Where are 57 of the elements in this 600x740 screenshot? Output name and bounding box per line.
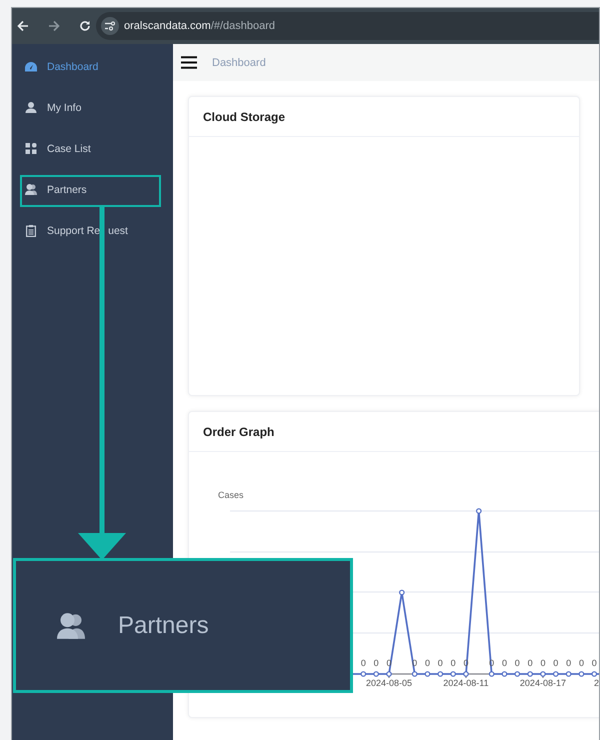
sidebar-item[interactable]: Partners [12, 169, 173, 210]
data-point [553, 671, 559, 677]
site-settings-icon[interactable] [101, 17, 119, 35]
forward-icon[interactable] [48, 20, 60, 32]
data-point [514, 671, 520, 677]
data-label: 0 [528, 658, 533, 668]
url-text: oralscandata.com/#/dashboard [124, 20, 276, 32]
sidebar-item[interactable]: My Info [12, 87, 173, 128]
data-label: 0 [502, 658, 507, 668]
back-icon[interactable] [17, 20, 29, 32]
x-axis-label: 2024-08-11 [443, 678, 489, 688]
x-axis-label: 2024-08-17 [520, 678, 566, 688]
data-label: 0 [374, 658, 379, 668]
sidebar-item[interactable]: Support Re uest [12, 210, 173, 251]
card-title: Cloud Storage [203, 110, 286, 124]
data-point [438, 671, 444, 677]
data-point [476, 508, 482, 514]
users-icon [25, 184, 37, 195]
x-axis-label: 2 [594, 678, 599, 688]
callout-label: Partners [118, 612, 209, 640]
data-point [360, 671, 366, 677]
data-point [450, 671, 456, 677]
data-label: 0 [592, 658, 597, 668]
data-point [488, 671, 494, 677]
data-point [566, 671, 572, 677]
data-point [424, 671, 430, 677]
gauge-icon [25, 62, 37, 72]
data-label: 0 [450, 658, 456, 668]
data-point [527, 671, 533, 677]
data-point [463, 671, 469, 677]
sidebar-item[interactable]: Case List [12, 128, 173, 169]
users-icon [57, 612, 85, 638]
data-point [386, 671, 392, 677]
data-label: 0 [566, 658, 572, 668]
clipboard-icon [25, 224, 37, 236]
data-point [540, 671, 546, 677]
data-label: 0 [424, 658, 430, 668]
data-point [578, 671, 584, 677]
grid-icon [25, 143, 37, 154]
data-point [502, 671, 508, 677]
data-point [373, 671, 379, 677]
axis-label: Cases [218, 490, 244, 500]
reload-icon[interactable] [79, 20, 91, 32]
menu-icon[interactable] [181, 56, 197, 69]
x-axis-label: 2024-08-05 [366, 678, 412, 688]
data-label: 0 [438, 658, 443, 668]
address-bar[interactable]: oralscandata.com/#/dashboard [96, 12, 599, 40]
sidebar-item[interactable]: Dashboard [12, 46, 173, 87]
data-label: 0 [540, 658, 546, 668]
user-icon [25, 102, 37, 113]
data-point [399, 590, 405, 596]
data-label: 0 [514, 658, 520, 668]
data-label: 0 [578, 658, 584, 668]
data-point [412, 671, 418, 677]
card-title: Order Graph [203, 424, 274, 438]
data-label: 0 [360, 658, 366, 668]
data-label: 0 [553, 658, 558, 668]
